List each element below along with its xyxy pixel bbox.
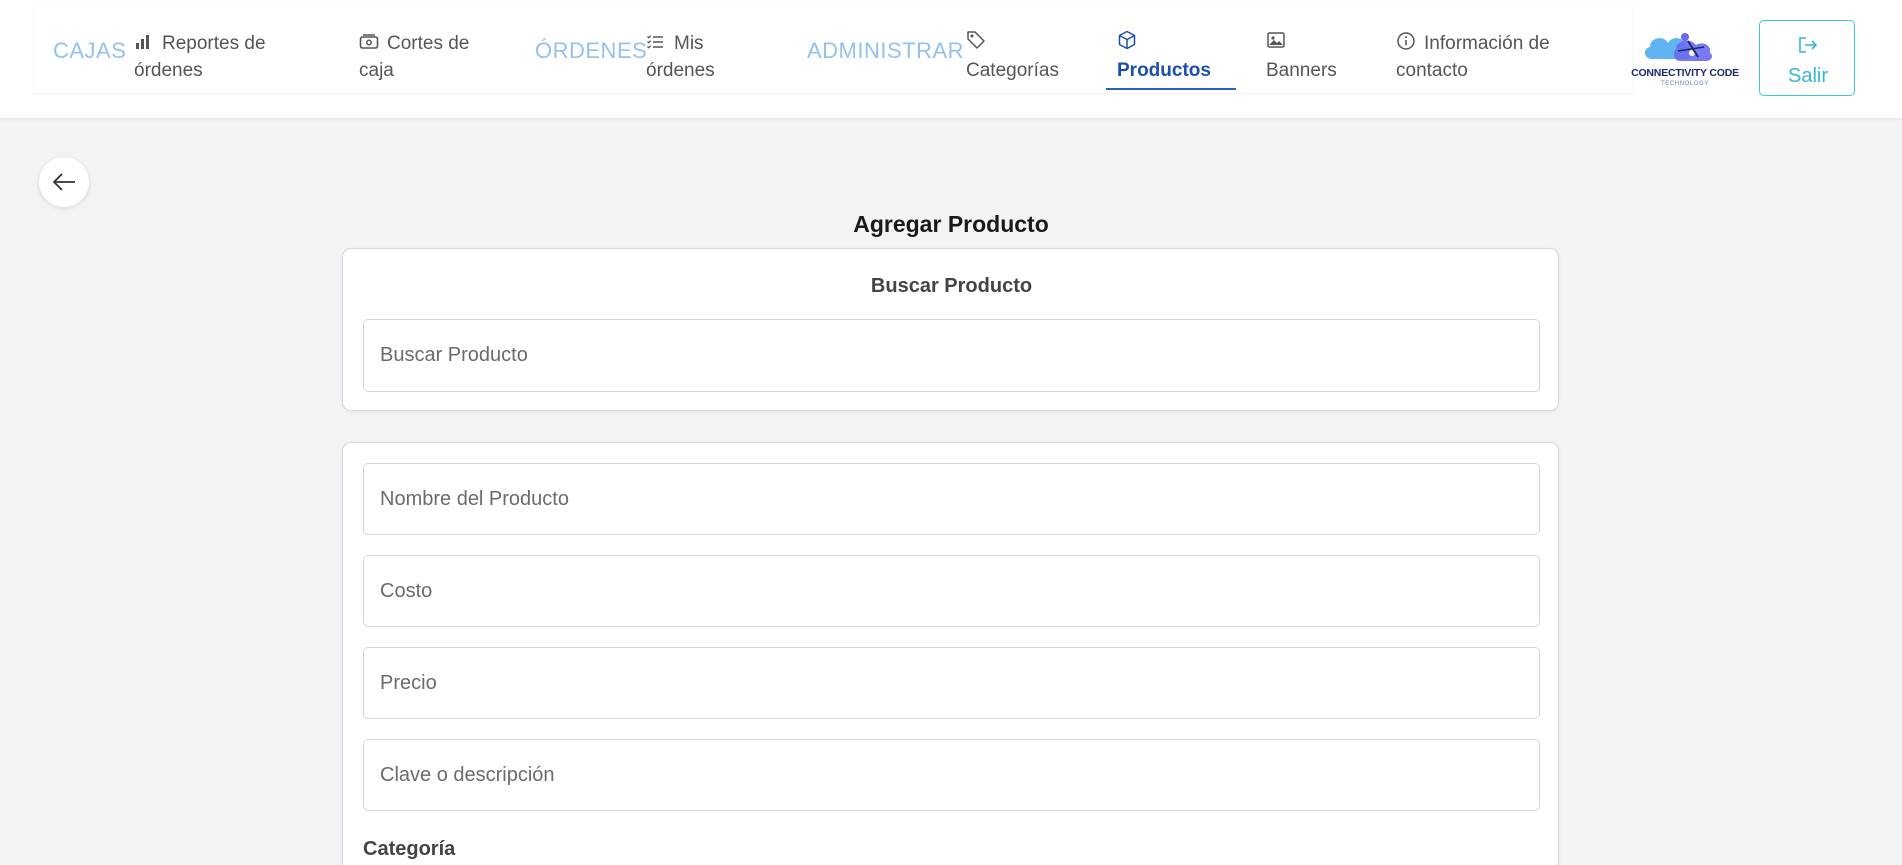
- nav-item-label: Productos: [1117, 60, 1211, 81]
- section-label-cajas: CAJAS: [53, 38, 127, 63]
- exit-button-label: Salir: [1787, 65, 1828, 87]
- list-check-icon: [646, 32, 666, 50]
- nav-item-banners[interactable]: Banners: [1266, 30, 1366, 84]
- page-title: Agregar Producto: [853, 211, 1049, 237]
- exit-button[interactable]: Salir: [1759, 20, 1855, 96]
- section-label-ordenes: ÓRDENES: [535, 38, 648, 63]
- back-button[interactable]: [39, 157, 89, 207]
- search-product-input[interactable]: [363, 319, 1540, 392]
- logo-subtext: TECHNOLOGY: [1660, 81, 1709, 87]
- nav-item-reportes[interactable]: Reportes de órdenes: [134, 30, 294, 84]
- search-card-title: Buscar Producto: [870, 275, 1033, 297]
- nav-item-label: Banners: [1266, 60, 1337, 81]
- cash-register-icon: [359, 32, 379, 50]
- tag-icon: [966, 30, 1076, 57]
- nav-item-mis-ordenes[interactable]: Mis órdenes: [646, 30, 746, 84]
- active-tab-indicator: [1106, 88, 1236, 90]
- nav-item-label: Información de contacto: [1396, 33, 1550, 81]
- logo-cloud-icon: [1644, 33, 1713, 61]
- nav-item-label: Categorías: [966, 60, 1059, 81]
- price-field[interactable]: [363, 647, 1540, 719]
- arrow-left-icon: [52, 173, 75, 191]
- section-label-administrar: ADMINISTRAR: [807, 38, 965, 63]
- box-icon: [1117, 30, 1237, 57]
- nav-item-categorias[interactable]: Categorías: [966, 30, 1076, 84]
- image-icon: [1266, 30, 1366, 57]
- logo-text: CONNECTIVITY CODE: [1631, 67, 1739, 79]
- nav-item-cortes[interactable]: Cortes de caja: [359, 30, 489, 84]
- logout-icon: [1799, 37, 1818, 53]
- bar-chart-icon: [134, 32, 154, 50]
- product-form-card: Categoría: [342, 442, 1559, 865]
- nav-item-productos[interactable]: Productos: [1117, 30, 1237, 84]
- category-label: Categoría: [363, 838, 456, 860]
- cost-field[interactable]: [363, 555, 1540, 627]
- nav-item-informacion[interactable]: Información de contacto: [1396, 30, 1596, 84]
- search-product-card: Buscar Producto: [342, 248, 1559, 411]
- key-description-field[interactable]: [363, 739, 1540, 811]
- top-navigation-bar: CAJAS Reportes de órdenes Cortes de caja…: [0, 0, 1902, 118]
- company-logo: CONNECTIVITY CODE TECHNOLOGY: [1630, 27, 1740, 89]
- info-icon: [1396, 31, 1416, 50]
- product-name-field[interactable]: [363, 463, 1540, 535]
